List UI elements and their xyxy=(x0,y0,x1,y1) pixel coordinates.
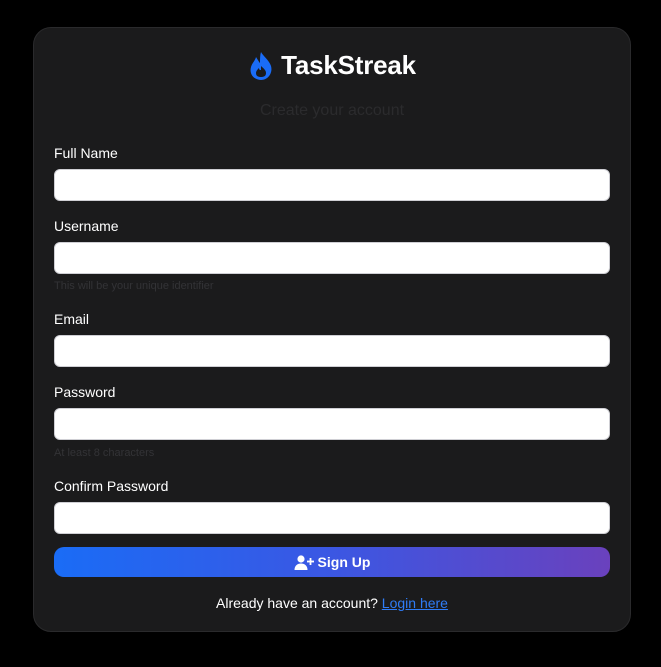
confirm-password-input[interactable] xyxy=(54,502,610,534)
full-name-input[interactable] xyxy=(54,169,610,201)
brand-header: TaskStreak xyxy=(34,50,630,81)
signup-card: TaskStreak Create your account Full Name… xyxy=(33,27,631,632)
page-subtitle: Create your account xyxy=(259,102,405,119)
confirm-password-label: Confirm Password xyxy=(54,478,169,494)
username-hint: This will be your unique identifier xyxy=(54,280,214,292)
brand-name: TaskStreak xyxy=(281,50,416,80)
password-hint: At least 8 characters xyxy=(54,447,155,459)
login-prompt-text: Already have an account? xyxy=(216,595,378,611)
flame-icon xyxy=(250,51,272,80)
sign-up-label: Sign Up xyxy=(317,554,371,570)
login-link[interactable]: Login here xyxy=(382,595,448,611)
email-input[interactable] xyxy=(54,335,610,367)
password-label: Password xyxy=(54,384,116,400)
user-plus-icon xyxy=(294,554,314,570)
username-label: Username xyxy=(54,218,119,234)
username-input[interactable] xyxy=(54,242,610,274)
sign-up-button[interactable]: Sign Up xyxy=(54,547,610,577)
password-input[interactable] xyxy=(54,408,610,440)
login-prompt: Already have an account? Login here xyxy=(34,595,630,611)
full-name-label: Full Name xyxy=(54,145,118,161)
email-label: Email xyxy=(54,311,90,327)
